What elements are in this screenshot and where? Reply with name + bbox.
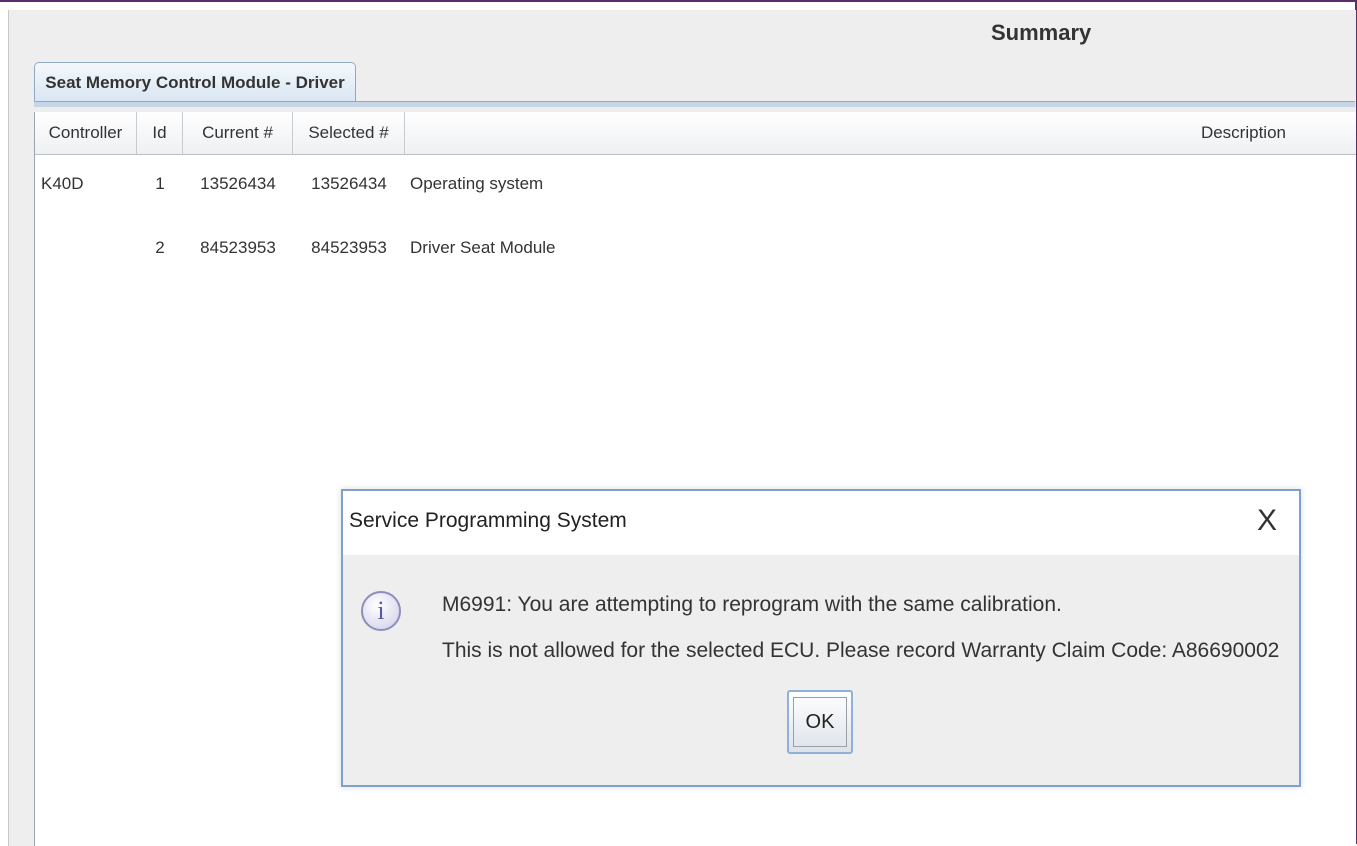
app-frame: Summary Seat Memory Control Module - Dri… — [0, 0, 1357, 846]
table-row[interactable]: K40D 1 13526434 13526434 Operating syste… — [35, 168, 1356, 200]
table-header: Controller Id Current # Selected # Descr… — [35, 112, 1356, 155]
cell-id: 1 — [155, 174, 165, 193]
column-header-selected[interactable]: Selected # — [293, 112, 405, 154]
cell-current: 84523953 — [200, 238, 276, 257]
cell-description: Operating system — [410, 174, 544, 193]
cell-id: 2 — [155, 238, 165, 257]
column-header-description[interactable]: Description — [405, 112, 1356, 154]
cell-description: Driver Seat Module — [410, 238, 556, 257]
column-header-controller[interactable]: Controller — [35, 112, 137, 154]
dialog-message-line-1: M6991: You are attempting to reprogram w… — [442, 593, 1062, 616]
dialog-message-line-2: This is not allowed for the selected ECU… — [442, 639, 1280, 662]
tab-strip — [34, 101, 1355, 107]
ok-button-label: OK — [793, 697, 847, 747]
cell-current: 13526434 — [200, 174, 276, 193]
column-header-current[interactable]: Current # — [183, 112, 293, 154]
dialog-title: Service Programming System — [349, 509, 627, 532]
cell-selected: 84523953 — [311, 238, 387, 257]
message-dialog: Service Programming System X i M6991: Yo… — [341, 489, 1301, 787]
column-header-id[interactable]: Id — [137, 112, 183, 154]
cell-controller — [41, 232, 131, 264]
info-icon: i — [361, 591, 401, 631]
ok-button[interactable]: OK — [787, 690, 853, 754]
cell-controller: K40D — [41, 174, 84, 193]
cell-selected: 13526434 — [311, 174, 387, 193]
table-row[interactable]: 2 84523953 84523953 Driver Seat Module — [35, 232, 1356, 264]
tab-seat-memory-control-module[interactable]: Seat Memory Control Module - Driver — [34, 62, 356, 102]
close-icon[interactable]: X — [1249, 501, 1285, 541]
summary-title: Summary — [991, 20, 1092, 45]
dialog-titlebar[interactable]: Service Programming System X — [343, 491, 1299, 555]
